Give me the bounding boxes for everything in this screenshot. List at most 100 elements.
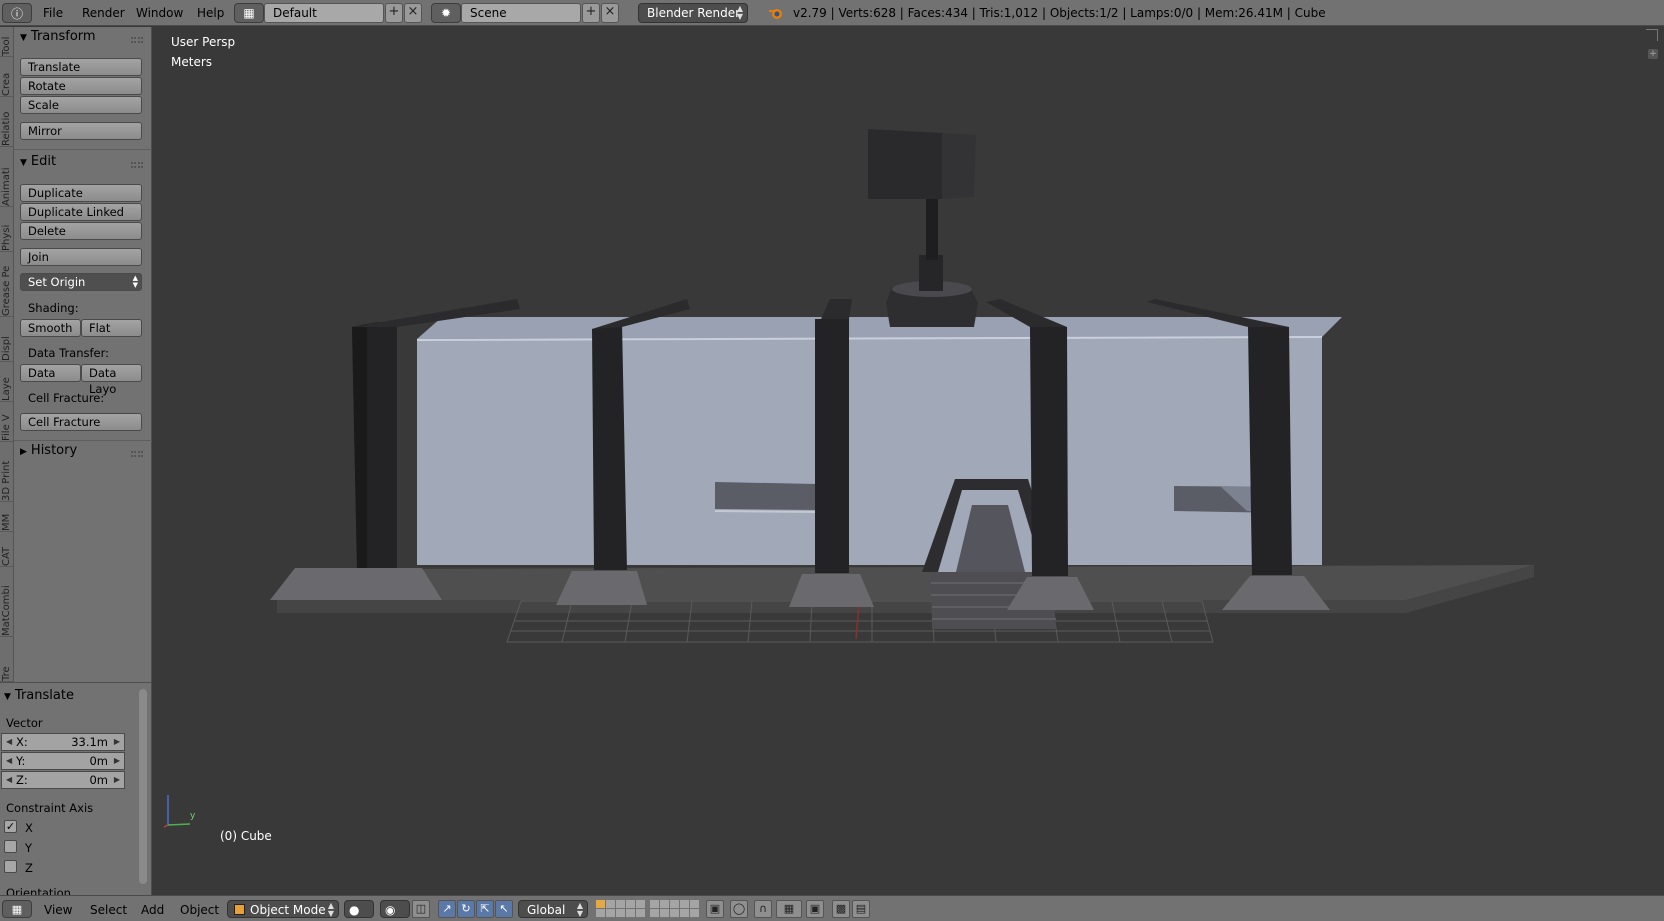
scene-render[interactable] [152,27,1664,895]
edit-panel-header[interactable]: ▼ Edit [20,153,56,171]
join-button[interactable]: Join [20,248,142,266]
mirror-button[interactable]: Mirror [20,122,142,140]
scale-button[interactable]: Scale [20,96,142,114]
layer-button[interactable] [616,900,625,908]
layer-button[interactable] [650,900,659,908]
constraint-z-checkbox[interactable] [4,860,17,873]
menu-help[interactable]: Help [197,5,224,25]
layer-button[interactable] [680,909,689,917]
tab-relations[interactable]: Relatio [0,97,13,147]
rotate-manipulator[interactable]: ↻ [457,900,475,918]
menu-add[interactable]: Add [141,902,164,920]
tab-physics[interactable]: Physi [0,207,13,252]
opengl-render-button[interactable]: ▩ [832,900,850,918]
delete-layout-button[interactable]: × [404,3,422,23]
duplicate-button[interactable]: Duplicate [20,184,142,202]
shade-flat-button[interactable]: Flat [81,319,142,337]
tab-display[interactable]: Displ [0,317,13,362]
screen-layout-field[interactable]: Default [264,3,384,23]
layer-lock-button[interactable]: ▣ [706,900,724,918]
render-engine-dropdown[interactable]: Blender Render ▲ ▼ [638,3,748,23]
translate-manipulator[interactable]: ↗ [438,900,456,918]
increment-arrow-icon[interactable]: ▶ [114,772,120,788]
menu-object[interactable]: Object [180,902,219,920]
vector-z-field[interactable]: ◀ Z: 0m ▶ [1,771,125,789]
layer-button[interactable] [616,909,625,917]
snap-toggle[interactable]: ∩ [754,900,772,918]
screen-layout-selector[interactable]: ▦ [234,3,264,23]
decrement-arrow-icon[interactable]: ◀ [6,772,12,788]
vector-y-field[interactable]: ◀ Y: 0m ▶ [1,752,125,770]
transform-orientation-dropdown[interactable]: Global ▲ ▼ [518,900,588,918]
layer-button[interactable] [690,909,699,917]
decrement-arrow-icon[interactable]: ◀ [6,753,12,769]
panel-grip-icon[interactable] [131,162,143,168]
layer-button[interactable] [690,900,699,908]
increment-arrow-icon[interactable]: ▶ [114,753,120,769]
tab-grease-pencil[interactable]: Grease Pe [0,252,13,317]
menu-view[interactable]: View [44,902,72,920]
layer-button[interactable] [680,900,689,908]
menu-select[interactable]: Select [90,902,127,920]
panel-grip-icon[interactable] [131,37,143,43]
tab-tool[interactable]: Tool [0,27,13,57]
operator-panel-header[interactable]: ▼ Translate [4,687,74,705]
menu-window[interactable]: Window [136,5,183,25]
layer-button[interactable] [670,909,679,917]
opengl-animation-button[interactable]: ▤ [852,900,870,918]
transform-manipulator[interactable]: ↖ [495,900,513,918]
layer-button[interactable] [670,900,679,908]
history-panel-header[interactable]: ▶ History [20,442,77,460]
manipulator-toggle[interactable]: ◫ [412,900,430,918]
viewport-shading-dropdown[interactable]: ● [344,900,374,918]
shade-smooth-button[interactable]: Smooth [20,319,81,337]
area-split-corner-icon[interactable] [1646,29,1658,41]
operator-panel-scrollbar[interactable] [139,689,147,884]
editor-type-button[interactable]: ▦ [2,900,32,918]
menu-render[interactable]: Render [82,5,125,25]
layer-button[interactable] [650,909,659,917]
constraint-x-checkbox[interactable]: ✓ [4,820,17,833]
scene-layers-grid-right[interactable] [650,900,699,918]
tab-animation[interactable]: Animati [0,147,13,207]
tab-layers[interactable]: Laye [0,362,13,402]
layer-button[interactable] [636,900,645,908]
tab-cat[interactable]: CAT [0,532,13,567]
tab-tre[interactable]: Tre [0,637,13,682]
layer-button[interactable] [606,909,615,917]
translate-button[interactable]: Translate [20,58,142,76]
scene-field[interactable]: Scene [461,3,581,23]
layer-button[interactable] [660,909,669,917]
snap-element-dropdown[interactable]: ▦ [776,900,802,918]
3d-viewport[interactable]: User Persp Meters y (0) Cube + [152,27,1664,895]
layer-button[interactable] [596,909,605,917]
snap-target-button[interactable]: ▣ [806,900,824,918]
duplicate-linked-button[interactable]: Duplicate Linked [20,203,142,221]
interaction-mode-dropdown[interactable]: Object Mode ▲ ▼ [227,900,339,918]
tab-mm[interactable]: MM [0,502,13,532]
info-editor-type-button[interactable]: ⓘ [2,3,32,23]
layer-button[interactable] [626,900,635,908]
add-layout-button[interactable]: + [385,3,403,23]
menu-file[interactable]: File [43,5,63,25]
increment-arrow-icon[interactable]: ▶ [114,734,120,750]
set-origin-dropdown[interactable]: Set Origin ▲ ▼ [20,273,142,291]
proportional-edit-button[interactable]: ◯ [730,900,748,918]
panel-grip-icon[interactable] [131,451,143,457]
scale-manipulator[interactable]: ⇱ [476,900,494,918]
data-transfer-button[interactable]: Data [20,364,81,382]
tab-3d-print[interactable]: 3D Print [0,442,13,502]
layer-button[interactable] [660,900,669,908]
tab-create[interactable]: Crea [0,57,13,97]
rotate-button[interactable]: Rotate [20,77,142,95]
properties-toggle-icon[interactable]: + [1648,49,1658,59]
cell-fracture-button[interactable]: Cell Fracture [20,413,142,431]
data-layout-button[interactable]: Data Layo [81,364,142,396]
add-scene-button[interactable]: + [582,3,600,23]
pivot-point-dropdown[interactable]: ◉ [380,900,410,918]
vector-x-field[interactable]: ◀ X: 33.1m ▶ [1,733,125,751]
layer-button[interactable] [626,909,635,917]
transform-panel-header[interactable]: ▼ Transform [20,28,96,46]
tab-matcombi[interactable]: MatCombi [0,567,13,637]
delete-scene-button[interactable]: × [601,3,619,23]
